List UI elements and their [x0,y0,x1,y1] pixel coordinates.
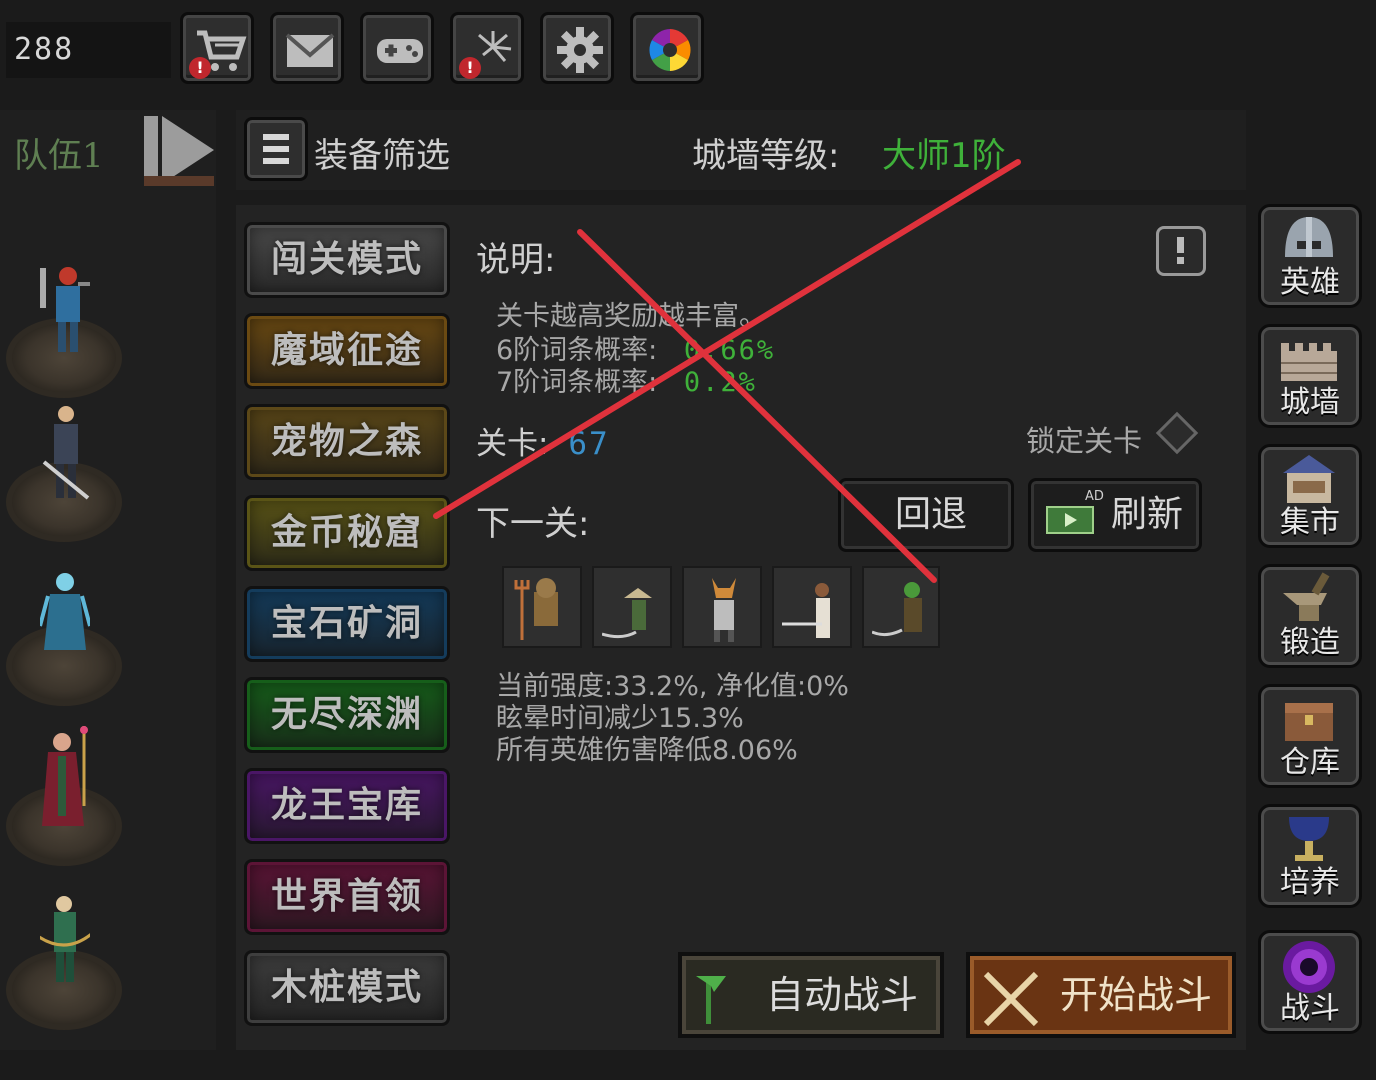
nav-warehouse-label: 仓库 [1280,745,1340,780]
enemy-slot-5 [862,566,940,648]
events-alert-icon: ! [459,57,481,79]
enemy-fox-warrior-icon [712,578,736,642]
menu-icon-bar [263,158,289,164]
hero-ice-mage-icon [40,573,90,650]
mode-button-5[interactable]: 宝石矿洞 [244,586,450,662]
equipment-filter-button[interactable] [244,117,308,181]
hero-slot-4[interactable] [6,716,122,866]
mode-button-1[interactable]: 闯关模式 [244,222,450,298]
nav-wall-label: 城墙 [1280,385,1340,420]
mail-button[interactable] [270,12,344,84]
nav-forge[interactable]: 锻造 [1258,564,1362,668]
gamepad-icon [377,39,423,63]
mode-button-4[interactable]: 金币秘窟 [244,495,450,571]
hero-archer-icon [40,896,90,982]
nav-forge-label: 锻造 [1280,625,1340,660]
nav-battle-label: 战斗 [1280,991,1340,1026]
nav-cultivate-label: 培养 [1280,865,1340,900]
mode-button-2[interactable]: 魔域征途 [244,313,450,389]
mode-button-6[interactable]: 无尽深渊 [244,677,450,753]
enemy-slot-2 [592,566,672,648]
enemy-spearman-icon [782,583,830,638]
team-label[interactable]: 队伍1 [14,128,104,177]
damage-reduction: 所有英雄伤害降低8.06% [496,735,798,766]
shop-alert-icon: ! [189,57,211,79]
info-line-tier7: 7阶词条概率: 0.2% [496,360,757,399]
menu-icon [263,134,289,140]
gamepad-button[interactable] [360,12,434,84]
enemy-frog-knight-icon [872,582,922,637]
lock-level-label: 锁定关卡 [1026,424,1143,458]
nav-warehouse[interactable]: 仓库 [1258,684,1362,788]
next-level-label: 下一关: [476,504,590,544]
nav-heroes-label: 英雄 [1280,265,1340,300]
theme-button[interactable] [630,12,704,84]
nav-heroes[interactable]: 英雄 [1258,204,1362,308]
hero-warrior-icon [40,267,90,352]
level-label: 关卡: [476,426,549,462]
tier7-value: 0.2% [683,367,757,398]
exclamation-icon [1177,237,1184,264]
wall-level-label: 城墙等级: [692,136,840,176]
menu-icon-bar [263,146,289,152]
nav-cultivate[interactable]: 培养 [1258,804,1362,908]
help-button[interactable] [1156,226,1206,276]
hero-slot-5[interactable] [6,880,122,1030]
mode-button-9[interactable]: 木桩模式 [244,950,450,1026]
start-battle-label: 开始战斗 [1060,973,1213,1017]
wall-level-value: 大师1阶 [882,136,1006,176]
mode-button-7[interactable]: 龙王宝库 [244,768,450,844]
hero-slot-2[interactable] [6,392,122,542]
nav-market-label: 集市 [1280,505,1340,540]
nav-battle[interactable]: 战斗 [1258,930,1362,1034]
refresh-button[interactable]: AD 刷新 [1028,478,1202,552]
auto-battle-button[interactable]: 自动战斗 [678,952,944,1038]
start-battle-button[interactable]: 开始战斗 [966,952,1236,1038]
mode-button-8[interactable]: 世界首领 [244,859,450,935]
hero-sorceress-icon [42,726,88,826]
mail-icon [285,33,335,67]
team-next-arrow-icon[interactable] [140,112,218,188]
gear-icon [557,27,603,73]
mode-button-3[interactable]: 宠物之森 [244,404,450,480]
equipment-filter-label[interactable]: 装备筛选 [314,128,450,177]
auto-battle-label: 自动战斗 [766,973,919,1017]
back-button[interactable]: 回退 [838,478,1014,552]
enemy-slot-1 [502,566,582,648]
level-value: 67 [568,426,610,462]
settings-button[interactable] [540,12,614,84]
enemy-trident-lizard-icon [514,578,558,640]
coin-counter: 288 [6,22,171,78]
crossed-swords-icon [983,971,1039,1027]
hero-swordsman-icon [42,406,90,500]
flag-icon [696,976,726,1024]
tier7-label: 7阶词条概率: [496,367,658,398]
events-button[interactable]: ! [450,12,524,84]
shop-button[interactable]: ! [180,12,254,84]
color-wheel-icon [649,29,691,71]
enemy-straw-hat-icon [602,588,652,639]
hero-slot-1[interactable] [6,248,122,398]
nav-market[interactable]: 集市 [1258,444,1362,548]
enemy-slot-3 [682,566,762,648]
nav-wall[interactable]: 城墙 [1258,324,1362,428]
refresh-label: 刷新 [1111,494,1184,535]
info-title: 说明: [476,240,556,280]
hero-slot-3[interactable] [6,556,122,706]
ad-badge: AD [1085,489,1104,504]
level-row: 关卡: 67 [476,418,610,463]
enemy-slot-4 [772,566,852,648]
